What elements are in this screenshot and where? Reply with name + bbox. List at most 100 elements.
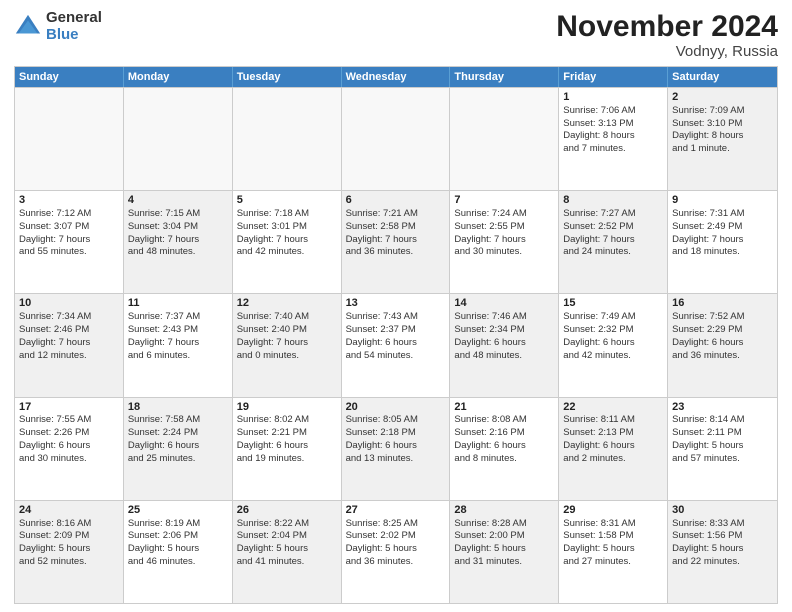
daylight-line: Daylight: 6 hours <box>563 337 634 348</box>
cal-cell-r4-c1: 25Sunrise: 8:19 AMSunset: 2:06 PMDayligh… <box>124 501 233 603</box>
cal-cell-r0-c3 <box>342 88 451 190</box>
sunrise-line: Sunrise: 7:43 AM <box>346 311 418 322</box>
daylight-minutes-line: and 30 minutes. <box>19 453 87 464</box>
daylight-line: Daylight: 5 hours <box>563 543 634 554</box>
sunset-line: Sunset: 2:06 PM <box>128 530 198 541</box>
cal-cell-r4-c3: 27Sunrise: 8:25 AMSunset: 2:02 PMDayligh… <box>342 501 451 603</box>
cal-cell-r4-c6: 30Sunrise: 8:33 AMSunset: 1:56 PMDayligh… <box>668 501 777 603</box>
cal-cell-r2-c5: 15Sunrise: 7:49 AMSunset: 2:32 PMDayligh… <box>559 294 668 396</box>
cal-cell-r4-c0: 24Sunrise: 8:16 AMSunset: 2:09 PMDayligh… <box>15 501 124 603</box>
page: General Blue November 2024 Vodnyy, Russi… <box>0 0 792 612</box>
day-number: 27 <box>346 503 446 518</box>
sunset-line: Sunset: 2:26 PM <box>19 427 89 438</box>
daylight-minutes-line: and 57 minutes. <box>672 453 740 464</box>
sunset-line: Sunset: 2:43 PM <box>128 324 198 335</box>
day-number: 6 <box>346 193 446 208</box>
day-number: 22 <box>563 400 663 415</box>
daylight-line: Daylight: 6 hours <box>454 440 525 451</box>
sunset-line: Sunset: 2:34 PM <box>454 324 524 335</box>
sunrise-line: Sunrise: 8:05 AM <box>346 414 418 425</box>
sunrise-line: Sunrise: 8:11 AM <box>563 414 635 425</box>
cal-cell-r3-c4: 21Sunrise: 8:08 AMSunset: 2:16 PMDayligh… <box>450 398 559 500</box>
day-number: 1 <box>563 90 663 105</box>
daylight-line: Daylight: 7 hours <box>19 234 90 245</box>
daylight-minutes-line: and 1 minute. <box>672 143 730 154</box>
daylight-line: Daylight: 5 hours <box>128 543 199 554</box>
cal-cell-r3-c5: 22Sunrise: 8:11 AMSunset: 2:13 PMDayligh… <box>559 398 668 500</box>
sunrise-line: Sunrise: 7:55 AM <box>19 414 91 425</box>
daylight-line: Daylight: 7 hours <box>672 234 743 245</box>
cal-cell-r3-c3: 20Sunrise: 8:05 AMSunset: 2:18 PMDayligh… <box>342 398 451 500</box>
sunset-line: Sunset: 2:04 PM <box>237 530 307 541</box>
daylight-minutes-line: and 30 minutes. <box>454 246 522 257</box>
day-number: 12 <box>237 296 337 311</box>
sunrise-line: Sunrise: 7:37 AM <box>128 311 200 322</box>
sunset-line: Sunset: 3:04 PM <box>128 221 198 232</box>
daylight-minutes-line: and 27 minutes. <box>563 556 631 567</box>
sunset-line: Sunset: 3:10 PM <box>672 118 742 129</box>
calendar-subtitle: Vodnyy, Russia <box>556 43 778 60</box>
cal-cell-r3-c0: 17Sunrise: 7:55 AMSunset: 2:26 PMDayligh… <box>15 398 124 500</box>
sunset-line: Sunset: 3:13 PM <box>563 118 633 129</box>
daylight-minutes-line: and 54 minutes. <box>346 350 414 361</box>
sunset-line: Sunset: 2:29 PM <box>672 324 742 335</box>
cal-cell-r2-c1: 11Sunrise: 7:37 AMSunset: 2:43 PMDayligh… <box>124 294 233 396</box>
daylight-minutes-line: and 42 minutes. <box>563 350 631 361</box>
day-number: 4 <box>128 193 228 208</box>
daylight-minutes-line: and 48 minutes. <box>454 350 522 361</box>
daylight-line: Daylight: 6 hours <box>346 440 417 451</box>
day-number: 21 <box>454 400 554 415</box>
cal-cell-r4-c5: 29Sunrise: 8:31 AMSunset: 1:58 PM Dayligh… <box>559 501 668 603</box>
sunset-line: Sunset: 2:11 PM <box>672 427 742 438</box>
sunrise-line: Sunrise: 7:34 AM <box>19 311 91 322</box>
daylight-minutes-line: and 41 minutes. <box>237 556 305 567</box>
sunrise-line: Sunrise: 7:58 AM <box>128 414 200 425</box>
sunset-line: Sunset: 2:09 PM <box>19 530 89 541</box>
logo: General Blue <box>14 10 102 43</box>
day-number: 25 <box>128 503 228 518</box>
daylight-minutes-line: and 36 minutes. <box>672 350 740 361</box>
sunrise-line: Sunrise: 8:25 AM <box>346 518 418 529</box>
sunrise-line: Sunrise: 7:31 AM <box>672 208 744 219</box>
daylight-line: Daylight: 7 hours <box>128 234 199 245</box>
header-thursday: Thursday <box>450 67 559 87</box>
daylight-line: Daylight: 6 hours <box>128 440 199 451</box>
sunset-line: Sunset: 2:55 PM <box>454 221 524 232</box>
sunrise-line: Sunrise: 7:27 AM <box>563 208 635 219</box>
daylight-line: Daylight: 7 hours <box>237 337 308 348</box>
daylight-line: Daylight: 6 hours <box>346 337 417 348</box>
day-number: 10 <box>19 296 119 311</box>
calendar-row-3: 17Sunrise: 7:55 AMSunset: 2:26 PMDayligh… <box>15 397 777 500</box>
sunset-line: Sunset: 2:49 PM <box>672 221 742 232</box>
cal-cell-r2-c0: 10Sunrise: 7:34 AMSunset: 2:46 PMDayligh… <box>15 294 124 396</box>
daylight-minutes-line: and 6 minutes. <box>128 350 190 361</box>
daylight-minutes-line: and 36 minutes. <box>346 246 414 257</box>
sunrise-line: Sunrise: 7:18 AM <box>237 208 309 219</box>
cal-cell-r0-c6: 2Sunrise: 7:09 AMSunset: 3:10 PMDaylight… <box>668 88 777 190</box>
daylight-line: Daylight: 6 hours <box>563 440 634 451</box>
sunset-line: Sunset: 2:21 PM <box>237 427 307 438</box>
daylight-minutes-line: and 31 minutes. <box>454 556 522 567</box>
sunset-line: Sunset: 1:58 PM <box>563 530 633 541</box>
cal-cell-r1-c6: 9Sunrise: 7:31 AMSunset: 2:49 PMDaylight… <box>668 191 777 293</box>
sunrise-line: Sunrise: 8:31 AM <box>563 518 635 529</box>
day-number: 30 <box>672 503 773 518</box>
sunrise-line: Sunrise: 7:15 AM <box>128 208 200 219</box>
cal-cell-r0-c2 <box>233 88 342 190</box>
cal-cell-r0-c5: 1Sunrise: 7:06 AMSunset: 3:13 PMDaylight… <box>559 88 668 190</box>
daylight-line: Daylight: 6 hours <box>19 440 90 451</box>
daylight-line: Daylight: 8 hours <box>563 130 634 141</box>
calendar-row-0: 1Sunrise: 7:06 AMSunset: 3:13 PMDaylight… <box>15 87 777 190</box>
calendar-title: November 2024 <box>556 10 778 43</box>
sunset-line: Sunset: 2:32 PM <box>563 324 633 335</box>
daylight-minutes-line: and 13 minutes. <box>346 453 414 464</box>
day-number: 29 <box>563 503 663 518</box>
header-wednesday: Wednesday <box>342 67 451 87</box>
daylight-minutes-line: and 12 minutes. <box>19 350 87 361</box>
logo-text: General Blue <box>46 10 102 43</box>
sunrise-line: Sunrise: 7:49 AM <box>563 311 635 322</box>
day-number: 18 <box>128 400 228 415</box>
sunrise-line: Sunrise: 7:12 AM <box>19 208 91 219</box>
daylight-line: Daylight: 7 hours <box>454 234 525 245</box>
daylight-minutes-line: and 48 minutes. <box>128 246 196 257</box>
